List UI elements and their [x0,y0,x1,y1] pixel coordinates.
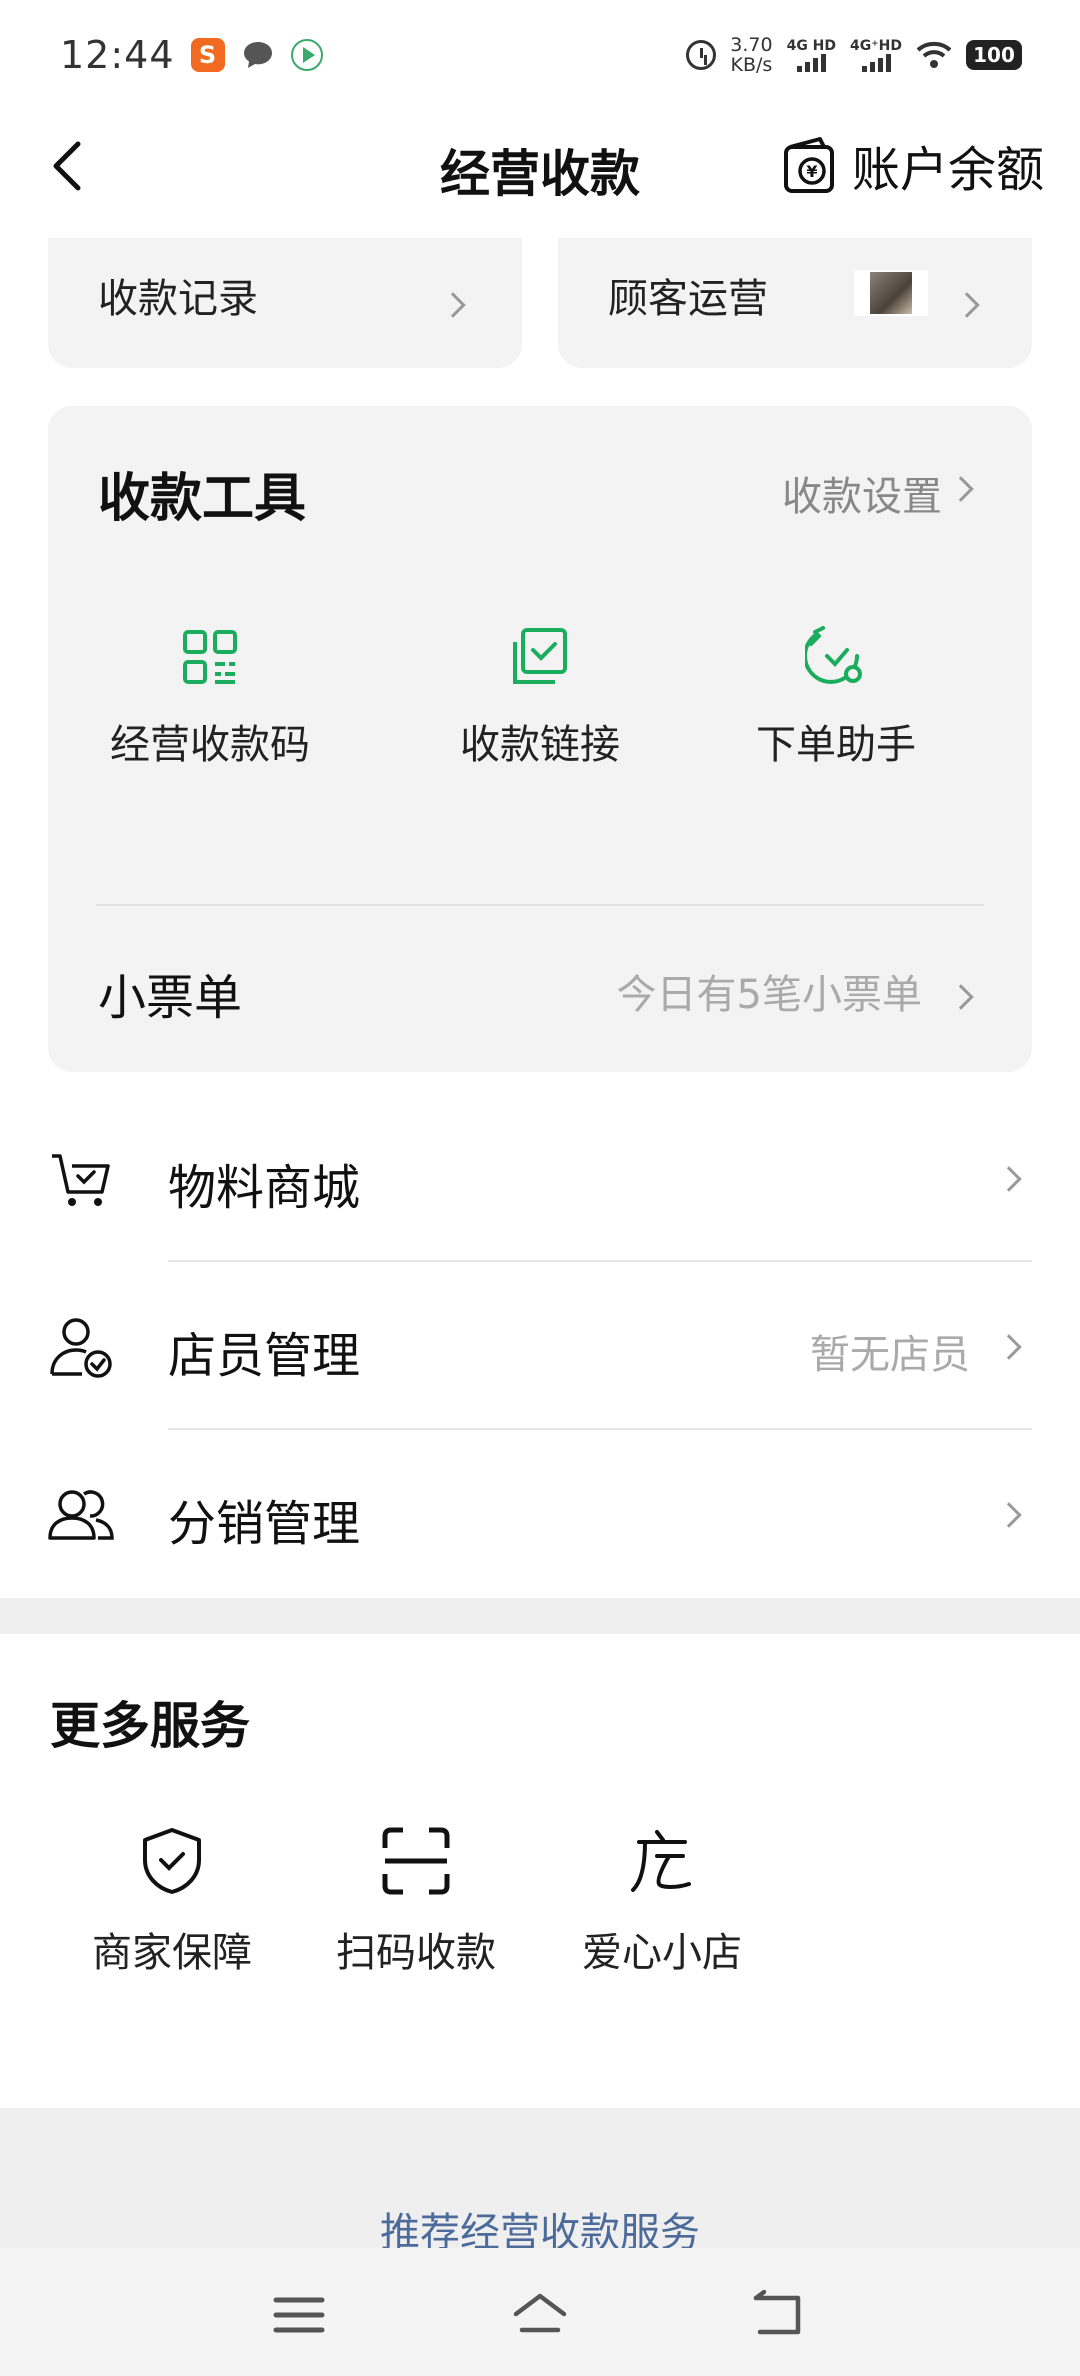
status-left: 12:44 S [60,33,323,77]
scan-icon [382,1827,450,1895]
business-qr-code-tool[interactable]: 经营收款码 [80,626,340,770]
chevron-right-icon [948,984,974,1010]
section-separator [0,1598,1080,1634]
svg-text:¥: ¥ [806,162,817,181]
status-time: 12:44 [60,33,175,77]
distribution-management-row[interactable]: 分销管理 [0,1432,1080,1598]
merchant-protection-service[interactable]: 商家保障 [62,1826,282,1978]
chevron-right-icon [948,476,974,502]
staff-check-icon [50,1318,112,1378]
divider [168,1428,1032,1430]
sim2-label: 4G⁺HD [850,38,902,54]
network-speed: 3.70 KB/s [730,35,772,75]
distribution-management-label: 分销管理 [168,1496,361,1552]
payment-tools-title: 收款工具 [98,469,307,529]
payment-tools-card: 收款工具 收款设置 经营收款码 收款链接 下单助手 小票单 今日有5笔小票单 [48,406,1032,1072]
shield-check-icon [143,1828,201,1894]
wifi-icon [916,41,952,68]
customer-operations-card[interactable]: 顾客运营 [558,238,1032,368]
charity-shop-service[interactable]: 爱心小店 [552,1826,772,1978]
wallet-icon: ¥ [783,137,834,193]
status-right: 3.70 KB/s 4G HD 4G⁺HD 100 [686,35,1022,75]
battery-indicator: 100 [966,40,1022,70]
receipt-title: 小票单 [98,970,243,1026]
business-qr-code-label: 经营收款码 [110,722,310,768]
qr-code-icon [183,630,237,684]
customer-thumbnail [854,270,928,316]
staff-status: 暂无店员 [810,1332,970,1378]
divider [168,1260,1032,1262]
materials-mall-row[interactable]: 物料商城 [0,1096,1080,1262]
payment-records-card[interactable]: 收款记录 [48,238,522,368]
merchant-protection-label: 商家保障 [92,1930,252,1976]
signal-bars-icon [861,54,891,72]
account-balance-label: 账户余额 [851,142,1044,198]
order-assistant-label: 下单助手 [756,722,916,768]
staff-management-row[interactable]: 店员管理 暂无店员 [0,1264,1080,1430]
payment-records-label: 收款记录 [98,276,258,322]
customer-photo [870,272,912,314]
payment-link-icon [513,628,567,684]
back-nav-icon[interactable] [752,2290,808,2340]
shop-icon [631,1830,691,1892]
staff-management-label: 店员管理 [168,1328,361,1384]
order-assistant-icon [805,626,862,684]
network-speed-value: 3.70 [730,34,773,56]
divider [96,904,984,906]
payment-link-label: 收款链接 [460,722,620,768]
signal-sim2: 4G⁺HD [850,38,902,72]
sim1-label: 4G HD [786,38,837,54]
receipt-status: 今日有5笔小票单 [616,972,922,1018]
signal-sim1: 4G HD [787,38,836,72]
signal-bars-icon [796,54,826,72]
message-icon [241,38,275,72]
video-app-icon [290,39,323,71]
account-balance-button[interactable]: ¥ 账户余额 [782,130,1044,200]
materials-mall-label: 物料商城 [168,1160,361,1216]
alarm-icon [686,40,717,70]
home-icon[interactable] [512,2290,568,2340]
chevron-right-icon [996,1334,1022,1360]
chevron-right-icon [954,292,980,318]
sogou-app-icon: S [190,38,225,72]
payment-settings-link[interactable]: 收款设置 [782,464,942,522]
charity-shop-label: 爱心小店 [582,1930,742,1976]
menu-icon[interactable] [272,2290,328,2340]
customer-operations-label: 顾客运营 [608,276,768,322]
network-speed-unit: KB/s [730,54,773,76]
system-nav-bar [0,2248,1080,2376]
group-users-icon [48,1490,114,1540]
chevron-right-icon [996,1502,1022,1528]
scan-to-pay-service[interactable]: 扫码收款 [306,1826,526,1978]
shopping-cart-icon [52,1154,110,1206]
order-assistant-tool[interactable]: 下单助手 [706,626,966,770]
chevron-right-icon [996,1166,1022,1192]
chevron-right-icon [440,292,466,318]
scan-to-pay-label: 扫码收款 [336,1930,496,1976]
status-bar: 12:44 S 3.70 KB/s 4G HD 4G⁺HD 100 [0,0,1080,110]
payment-link-tool[interactable]: 收款链接 [410,626,670,770]
more-services-title: 更多服务 [50,1697,250,1755]
nav-bar: 经营收款 ¥ 账户余额 [0,110,1080,220]
